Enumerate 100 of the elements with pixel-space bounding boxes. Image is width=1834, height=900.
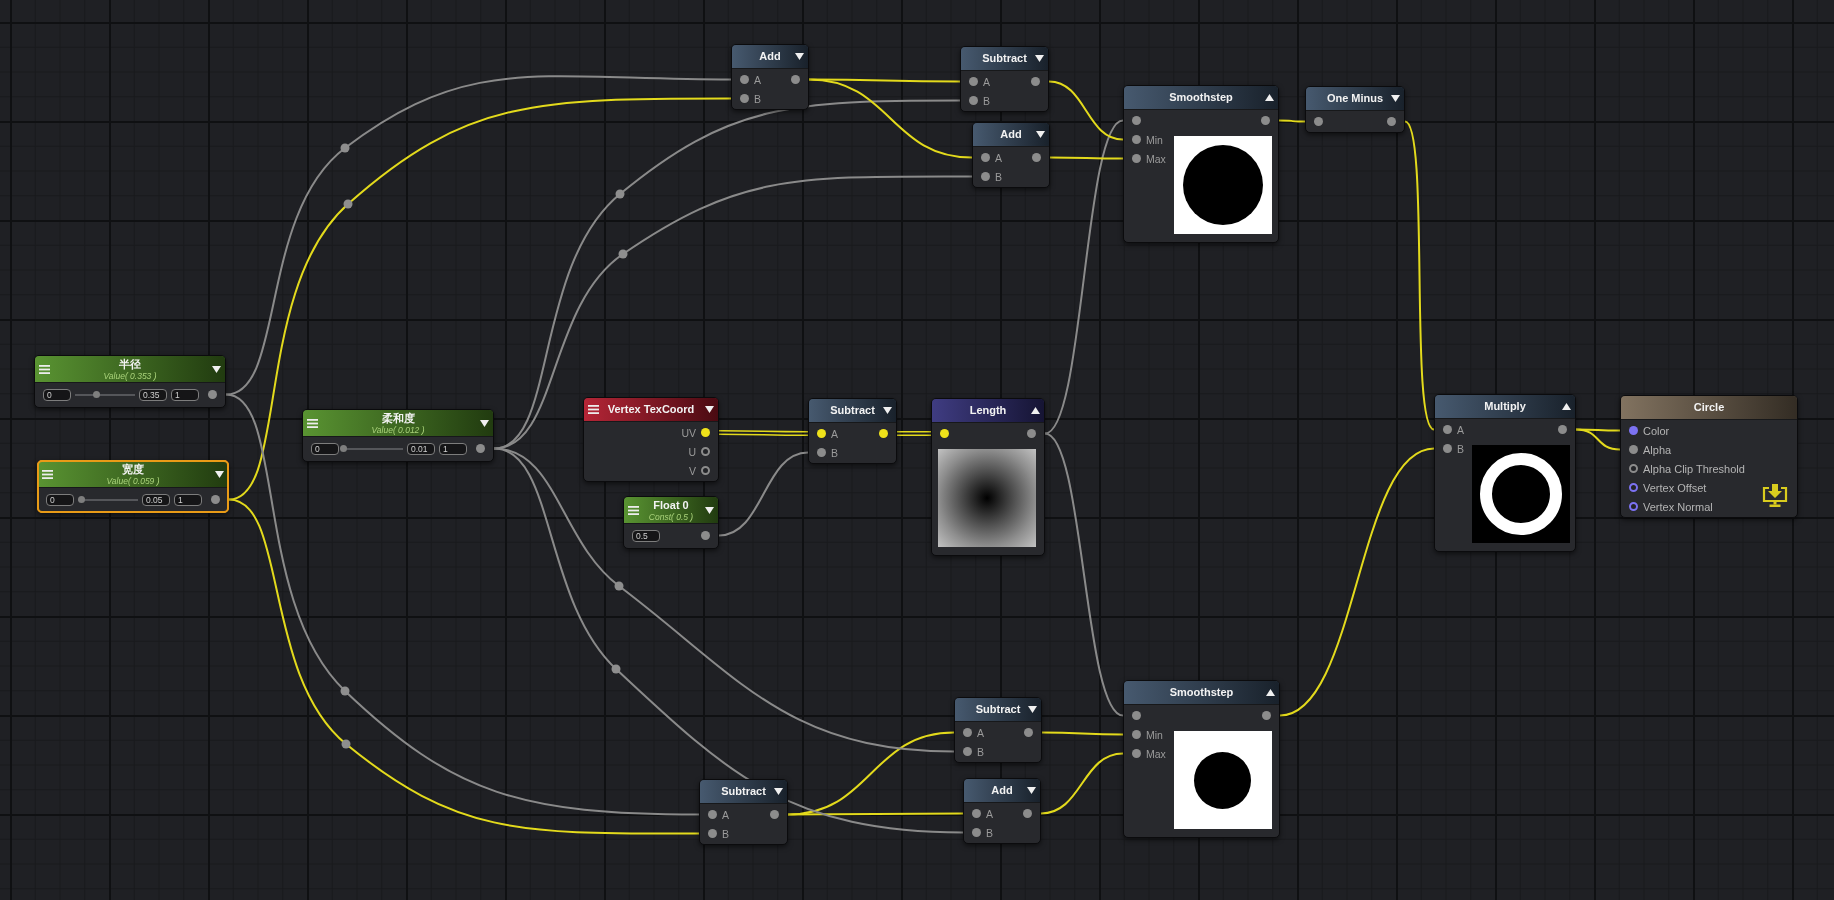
caret-down-icon[interactable]	[1026, 787, 1036, 794]
port-dot-icon[interactable]	[817, 448, 826, 457]
min-field[interactable]: 0	[311, 442, 339, 455]
port-dot-icon[interactable]	[1027, 429, 1036, 438]
shader-node[interactable]: Multiply A B	[1434, 394, 1576, 552]
port-dot-icon[interactable]	[1132, 154, 1141, 163]
menu-icon[interactable]	[587, 405, 599, 414]
menu-icon[interactable]	[306, 418, 318, 428]
port-ring-icon[interactable]	[1629, 483, 1638, 492]
port-dot-icon[interactable]	[981, 153, 990, 162]
menu-icon[interactable]	[38, 364, 50, 374]
port-ring-icon[interactable]	[701, 466, 710, 475]
port-dot-icon[interactable]	[1443, 425, 1452, 434]
caret-up-icon[interactable]	[1264, 94, 1274, 101]
max-field[interactable]: 1	[439, 442, 467, 455]
reroute-dot-icon[interactable]	[615, 189, 625, 199]
reroute-dot-icon[interactable]	[341, 739, 351, 749]
caret-down-icon[interactable]	[773, 788, 783, 795]
shader-node[interactable]: Add A B	[972, 122, 1050, 188]
shader-node[interactable]: Add A B	[963, 778, 1041, 844]
port-dot-icon[interactable]	[740, 94, 749, 103]
port-dot-icon[interactable]	[1314, 117, 1323, 126]
caret-down-icon[interactable]	[1390, 95, 1400, 102]
port-dot-icon[interactable]	[969, 96, 978, 105]
port-dot-icon[interactable]	[817, 429, 826, 438]
value-field[interactable]: 0.05	[142, 493, 170, 506]
port-dot-icon[interactable]	[1024, 728, 1033, 737]
port-dot-icon[interactable]	[1132, 749, 1141, 758]
port-ring-icon[interactable]	[1629, 502, 1638, 511]
shader-node[interactable]: Smoothstep Min Max	[1123, 680, 1280, 838]
port-dot-icon[interactable]	[879, 429, 888, 438]
shader-node[interactable]: Length	[931, 398, 1045, 556]
port-dot-icon[interactable]	[1558, 425, 1567, 434]
port-dot-icon[interactable]	[1629, 426, 1638, 435]
menu-icon[interactable]	[627, 505, 639, 515]
port-dot-icon[interactable]	[1387, 117, 1396, 126]
shader-node[interactable]: Subtract A B	[808, 398, 897, 464]
port-dot-icon[interactable]	[701, 428, 710, 437]
port-dot-icon[interactable]	[476, 444, 485, 453]
caret-up-icon[interactable]	[1030, 407, 1040, 414]
reroute-dot-icon[interactable]	[340, 143, 350, 153]
port-dot-icon[interactable]	[963, 747, 972, 756]
port-dot-icon[interactable]	[1132, 116, 1141, 125]
shader-node[interactable]: Smoothstep Min Max	[1123, 85, 1279, 243]
port-dot-icon[interactable]	[1262, 711, 1271, 720]
caret-down-icon[interactable]	[704, 406, 714, 413]
shader-node[interactable]: Vertex TexCoord UV U V	[583, 397, 719, 482]
shader-node[interactable]: 宽度 Value( 0.059 ) 0 0.05 1	[37, 460, 229, 513]
shader-node[interactable]: Subtract A B	[960, 46, 1049, 112]
slider-thumb[interactable]	[340, 445, 348, 452]
port-dot-icon[interactable]	[1023, 809, 1032, 818]
shader-node[interactable]: Add A B	[731, 44, 809, 110]
port-dot-icon[interactable]	[940, 429, 949, 438]
reroute-dot-icon[interactable]	[618, 249, 628, 259]
caret-down-icon[interactable]	[704, 506, 714, 514]
port-ring-icon[interactable]	[1629, 464, 1638, 473]
caret-down-icon[interactable]	[1027, 706, 1037, 713]
caret-down-icon[interactable]	[479, 419, 489, 427]
reroute-dot-icon[interactable]	[343, 199, 353, 209]
port-dot-icon[interactable]	[770, 810, 779, 819]
port-dot-icon[interactable]	[1261, 116, 1270, 125]
port-ring-icon[interactable]	[701, 447, 710, 456]
caret-down-icon[interactable]	[1035, 131, 1045, 138]
caret-up-icon[interactable]	[1265, 689, 1275, 696]
port-dot-icon[interactable]	[969, 77, 978, 86]
caret-down-icon[interactable]	[211, 365, 221, 373]
shader-node[interactable]: One Minus	[1305, 86, 1405, 133]
port-dot-icon[interactable]	[1132, 135, 1141, 144]
max-field[interactable]: 1	[171, 388, 199, 401]
port-dot-icon[interactable]	[740, 75, 749, 84]
reroute-dot-icon[interactable]	[614, 581, 624, 591]
shader-node[interactable]: Subtract A B	[954, 697, 1042, 763]
port-dot-icon[interactable]	[972, 828, 981, 837]
slider-thumb[interactable]	[92, 391, 100, 398]
port-dot-icon[interactable]	[708, 829, 717, 838]
reroute-dot-icon[interactable]	[340, 686, 350, 696]
caret-up-icon[interactable]	[1561, 403, 1571, 410]
port-dot-icon[interactable]	[708, 810, 717, 819]
caret-down-icon[interactable]	[794, 53, 804, 60]
caret-down-icon[interactable]	[882, 407, 892, 414]
min-field[interactable]: 0	[43, 388, 71, 401]
value-field[interactable]: 0.35	[139, 388, 167, 401]
port-dot-icon[interactable]	[208, 390, 217, 399]
caret-down-icon[interactable]	[214, 470, 224, 478]
caret-down-icon[interactable]	[1034, 55, 1044, 62]
port-dot-icon[interactable]	[1132, 730, 1141, 739]
port-dot-icon[interactable]	[1132, 711, 1141, 720]
shader-node[interactable]: Subtract A B	[699, 779, 788, 845]
port-dot-icon[interactable]	[1443, 444, 1452, 453]
shader-node[interactable]: Float 0 Const( 0.5 ) 0.5	[623, 496, 719, 549]
port-dot-icon[interactable]	[981, 172, 990, 181]
port-dot-icon[interactable]	[972, 809, 981, 818]
shader-node[interactable]: 半径 Value( 0.353 ) 0 0.35 1	[34, 355, 226, 408]
port-dot-icon[interactable]	[963, 728, 972, 737]
min-field[interactable]: 0	[46, 493, 74, 506]
port-dot-icon[interactable]	[1629, 445, 1638, 454]
port-dot-icon[interactable]	[701, 531, 710, 540]
menu-icon[interactable]	[41, 469, 53, 479]
shader-node[interactable]: 柔和度 Value( 0.012 ) 0 0.01 1	[302, 409, 494, 462]
value-field[interactable]: 0.5	[632, 529, 660, 542]
